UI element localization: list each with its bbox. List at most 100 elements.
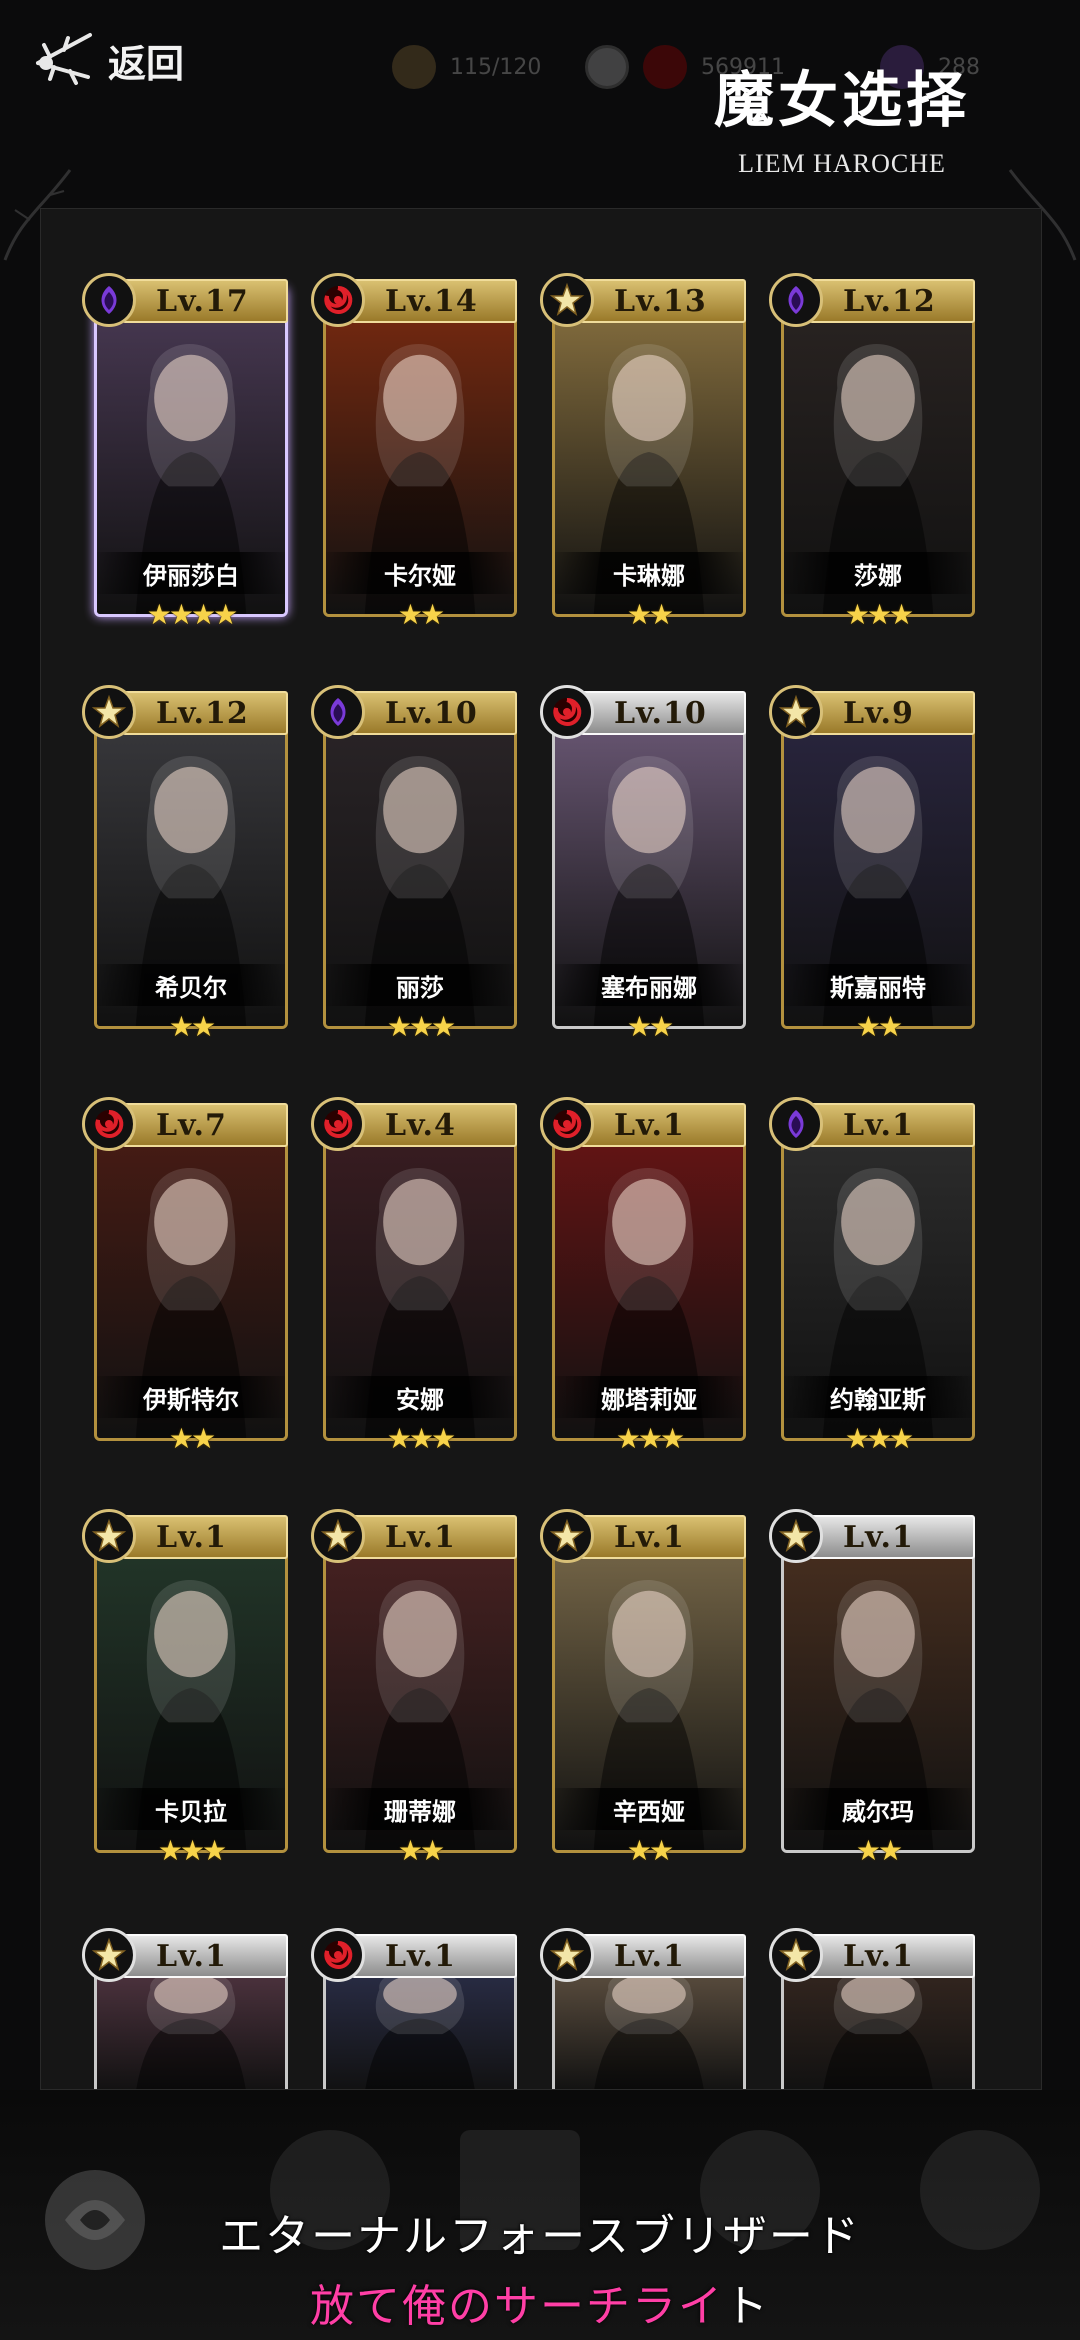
star-rating: ★★ (168, 1010, 216, 1043)
fire-icon (540, 685, 594, 739)
level-banner: Lv.4 (351, 1103, 517, 1147)
fire-icon (82, 1097, 136, 1151)
level-text: Lv.10 (385, 695, 478, 731)
level-text: Lv.1 (614, 1107, 685, 1143)
witch-name: 伊丽莎白 (97, 552, 285, 594)
witch-card[interactable]: 安娜 Lv.4 ★★★ (311, 1097, 517, 1455)
lyric-line-2: 放て俺のサーチライト (0, 2270, 1080, 2334)
witch-name: 塞布丽娜 (555, 964, 743, 1006)
witch-name: 娜塔莉娅 (555, 1376, 743, 1418)
level-text: Lv.1 (385, 1519, 456, 1555)
back-button[interactable]: 返回 (30, 20, 184, 100)
witch-card[interactable]: 伊斯特尔 Lv.7 ★★ (82, 1097, 288, 1455)
stamina-icon (392, 45, 436, 89)
witch-name: 辛西娅 (555, 1788, 743, 1830)
witch-name: 威尔玛 (784, 1788, 972, 1830)
card-frame: 卡琳娜 (552, 287, 746, 617)
level-banner: Lv.1 (351, 1934, 517, 1978)
witch-name: 丽莎 (326, 964, 514, 1006)
card-frame: 卡贝拉 (94, 1523, 288, 1853)
star-rating: ★★ (855, 1010, 903, 1043)
witch-name: 安娜 (326, 1376, 514, 1418)
level-banner: Lv.1 (122, 1515, 288, 1559)
card-frame: 辛西娅 (552, 1523, 746, 1853)
witch-card[interactable]: 希贝尔 Lv.12 ★★ (82, 685, 288, 1043)
witch-name: 卡琳娜 (555, 552, 743, 594)
fire-icon (311, 1928, 365, 1982)
witch-name: 伊斯特尔 (97, 1376, 285, 1418)
witch-list-panel[interactable]: 伊丽莎白 Lv.17 ★★★★ 卡尔娅 Lv.14 ★★ 卡琳娜 Lv.13 ★★ 莎娜 Lv.12… (40, 208, 1042, 2090)
star-rating: ★★★ (157, 1834, 227, 1867)
star-rating: ★★ (168, 1422, 216, 1455)
witch-card[interactable]: 辛西娅 Lv.1 ★★ (540, 1509, 746, 1867)
witch-card[interactable]: 珊蒂娜 Lv.1 ★★ (311, 1509, 517, 1867)
level-banner: Lv.1 (580, 1103, 746, 1147)
witch-card[interactable]: 卡琳娜 Lv.13 ★★ (540, 273, 746, 631)
witch-card[interactable]: Lv.1 (82, 1928, 288, 2089)
ruby-icon (643, 45, 687, 89)
witch-card[interactable]: 塞布丽娜 Lv.10 ★★ (540, 685, 746, 1043)
card-frame: 丽莎 (323, 699, 517, 1029)
witch-card[interactable]: 威尔玛 Lv.1 ★★ (769, 1509, 975, 1867)
level-text: Lv.14 (385, 283, 478, 319)
witch-card[interactable]: Lv.1 (540, 1928, 746, 2089)
card-frame: 莎娜 (781, 287, 975, 617)
star-rating: ★★★ (386, 1422, 456, 1455)
level-banner: Lv.1 (809, 1934, 975, 1978)
level-text: Lv.1 (843, 1938, 914, 1974)
witch-name: 莎娜 (784, 552, 972, 594)
witch-card[interactable]: Lv.1 (769, 1928, 975, 2089)
card-frame: 伊丽莎白 (94, 287, 288, 617)
witch-card[interactable]: 娜塔莉娅 Lv.1 ★★★ (540, 1097, 746, 1455)
fire-icon (540, 1097, 594, 1151)
level-text: Lv.17 (156, 283, 249, 319)
witch-card[interactable]: 莎娜 Lv.12 ★★★ (769, 273, 975, 631)
star-rating: ★★ (855, 1834, 903, 1867)
card-frame: 塞布丽娜 (552, 699, 746, 1029)
level-text: Lv.1 (385, 1938, 456, 1974)
level-text: Lv.13 (614, 283, 707, 319)
card-frame: 威尔玛 (781, 1523, 975, 1853)
dark-icon (769, 273, 823, 327)
witch-card[interactable]: 约翰亚斯 Lv.1 ★★★ (769, 1097, 975, 1455)
card-frame: 伊斯特尔 (94, 1111, 288, 1441)
level-banner: Lv.1 (580, 1515, 746, 1559)
fire-icon (311, 273, 365, 327)
light-icon (540, 1928, 594, 1982)
light-icon (769, 1509, 823, 1563)
light-icon (769, 1928, 823, 1982)
witch-grid: 伊丽莎白 Lv.17 ★★★★ 卡尔娅 Lv.14 ★★ 卡琳娜 Lv.13 ★★ 莎娜 Lv.12… (82, 273, 975, 1867)
star-rating: ★★★ (844, 1422, 914, 1455)
level-banner: Lv.1 (580, 1934, 746, 1978)
page-subtitle: LIEM HAROCHE (738, 149, 946, 178)
level-text: Lv.1 (156, 1938, 227, 1974)
level-banner: Lv.1 (809, 1103, 975, 1147)
level-text: Lv.9 (843, 695, 914, 731)
star-rating: ★★ (626, 598, 674, 631)
thorn-back-icon (36, 33, 92, 85)
dark-icon (82, 273, 136, 327)
title-block: 魔女选择 LIEM HAROCHE (714, 52, 970, 179)
witch-name: 斯嘉丽特 (784, 964, 972, 1006)
witch-card[interactable]: 伊丽莎白 Lv.17 ★★★★ (82, 273, 288, 631)
star-rating: ★★★ (386, 1010, 456, 1043)
witch-card[interactable]: 丽莎 Lv.10 ★★★ (311, 685, 517, 1043)
level-text: Lv.7 (156, 1107, 227, 1143)
witch-card[interactable]: 斯嘉丽特 Lv.9 ★★ (769, 685, 975, 1043)
level-banner: Lv.9 (809, 691, 975, 735)
level-banner: Lv.1 (809, 1515, 975, 1559)
card-frame: 娜塔莉娅 (552, 1111, 746, 1441)
stamina-value: 115/120 (450, 54, 542, 80)
level-banner: Lv.13 (580, 279, 746, 323)
level-text: Lv.12 (843, 283, 936, 319)
card-frame: 卡尔娅 (323, 287, 517, 617)
witch-card[interactable]: Lv.1 (311, 1928, 517, 2089)
witch-card[interactable]: 卡贝拉 Lv.1 ★★★ (82, 1509, 288, 1867)
stamina-counter: 115/120 (392, 45, 541, 89)
witch-card[interactable]: 卡尔娅 Lv.14 ★★ (311, 273, 517, 631)
level-text: Lv.10 (614, 695, 707, 731)
light-icon (311, 1509, 365, 1563)
light-icon (540, 273, 594, 327)
card-frame: 约翰亚斯 (781, 1111, 975, 1441)
lyric-line-1: エターナルフォースブリザード (219, 2211, 861, 2262)
